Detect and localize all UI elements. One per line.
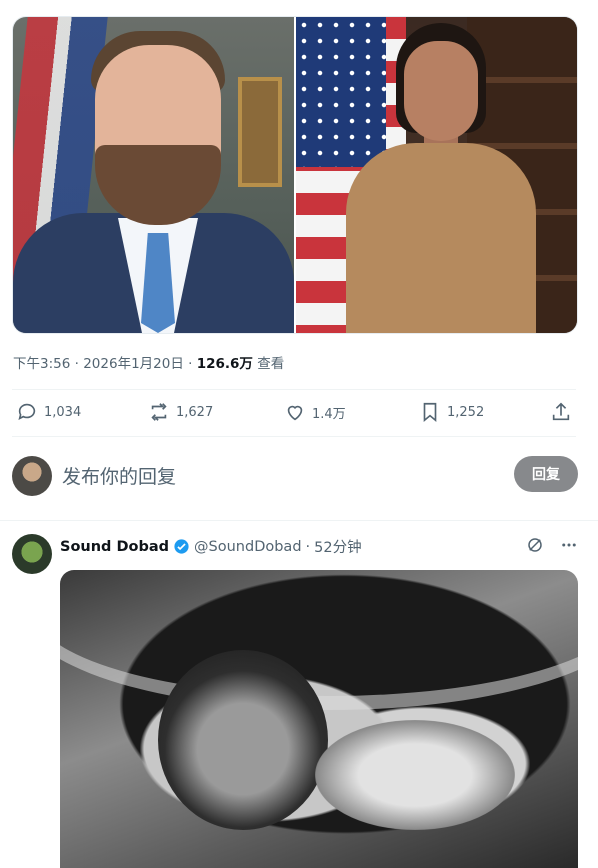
- avatar[interactable]: [12, 456, 52, 496]
- time-ago[interactable]: 52分钟: [314, 536, 361, 557]
- ultrasound-image[interactable]: [60, 570, 578, 868]
- us-flag-canton: [296, 17, 386, 167]
- reply-button[interactable]: 回复: [514, 456, 578, 492]
- photo-man-portrait[interactable]: [13, 17, 294, 333]
- ultrasound-arc: [60, 570, 578, 710]
- tweet-date[interactable]: 2026年1月20日: [83, 356, 184, 372]
- ultrasound-body: [315, 720, 515, 830]
- share-action[interactable]: [550, 401, 572, 423]
- verified-badge-icon: [174, 539, 189, 554]
- divider: [0, 520, 598, 521]
- picture-frame: [238, 77, 282, 187]
- meta-separator: ·: [188, 356, 193, 372]
- reply-composer: 发布你的回复 回复: [12, 454, 578, 496]
- tweet-time[interactable]: 下午3:56: [13, 356, 70, 372]
- like-count: 1.4万: [312, 406, 346, 422]
- reply-input[interactable]: 发布你的回复: [62, 462, 176, 489]
- reply-tweet-icons: [526, 536, 578, 554]
- heart-icon: [287, 405, 303, 421]
- share-icon: [552, 402, 570, 421]
- face: [404, 41, 478, 141]
- retweet-icon: [151, 403, 167, 421]
- views-label: 查看: [257, 356, 285, 372]
- reply-tweet[interactable]: Sound Dobad @SoundDobad · 52分钟: [0, 522, 598, 868]
- bookmark-action[interactable]: 1,252: [419, 401, 484, 423]
- more-icon[interactable]: [560, 536, 578, 554]
- avatar[interactable]: [12, 534, 52, 574]
- retweet-action[interactable]: 1,627: [148, 401, 213, 423]
- bookmark-count: 1,252: [447, 404, 485, 420]
- divider: [12, 389, 576, 390]
- tweet-media-grid[interactable]: [12, 16, 578, 334]
- dress: [346, 143, 536, 333]
- divider: [12, 436, 576, 437]
- reply-icon: [18, 403, 36, 420]
- reply-action[interactable]: 1,034: [16, 401, 81, 423]
- display-name[interactable]: Sound Dobad: [60, 539, 169, 555]
- handle[interactable]: @SoundDobad: [194, 539, 302, 555]
- views-count: 126.6万: [196, 356, 253, 372]
- bookmark-icon: [423, 402, 437, 423]
- action-bar: 1,034 1,627 1.4万 1,252: [14, 398, 576, 428]
- tweet-meta: 下午3:56 · 2026年1月20日 · 126.6万 查看: [13, 352, 284, 372]
- ultrasound-face: [158, 650, 328, 830]
- meta-separator: ·: [74, 356, 79, 372]
- reply-tweet-header: Sound Dobad @SoundDobad · 52分钟: [60, 536, 362, 557]
- reply-count: 1,034: [44, 404, 82, 420]
- grok-icon[interactable]: [526, 536, 544, 554]
- like-action[interactable]: 1.4万: [284, 401, 346, 423]
- retweet-count: 1,627: [176, 404, 214, 420]
- photo-woman-portrait[interactable]: [296, 17, 577, 333]
- meta-separator: ·: [305, 538, 311, 555]
